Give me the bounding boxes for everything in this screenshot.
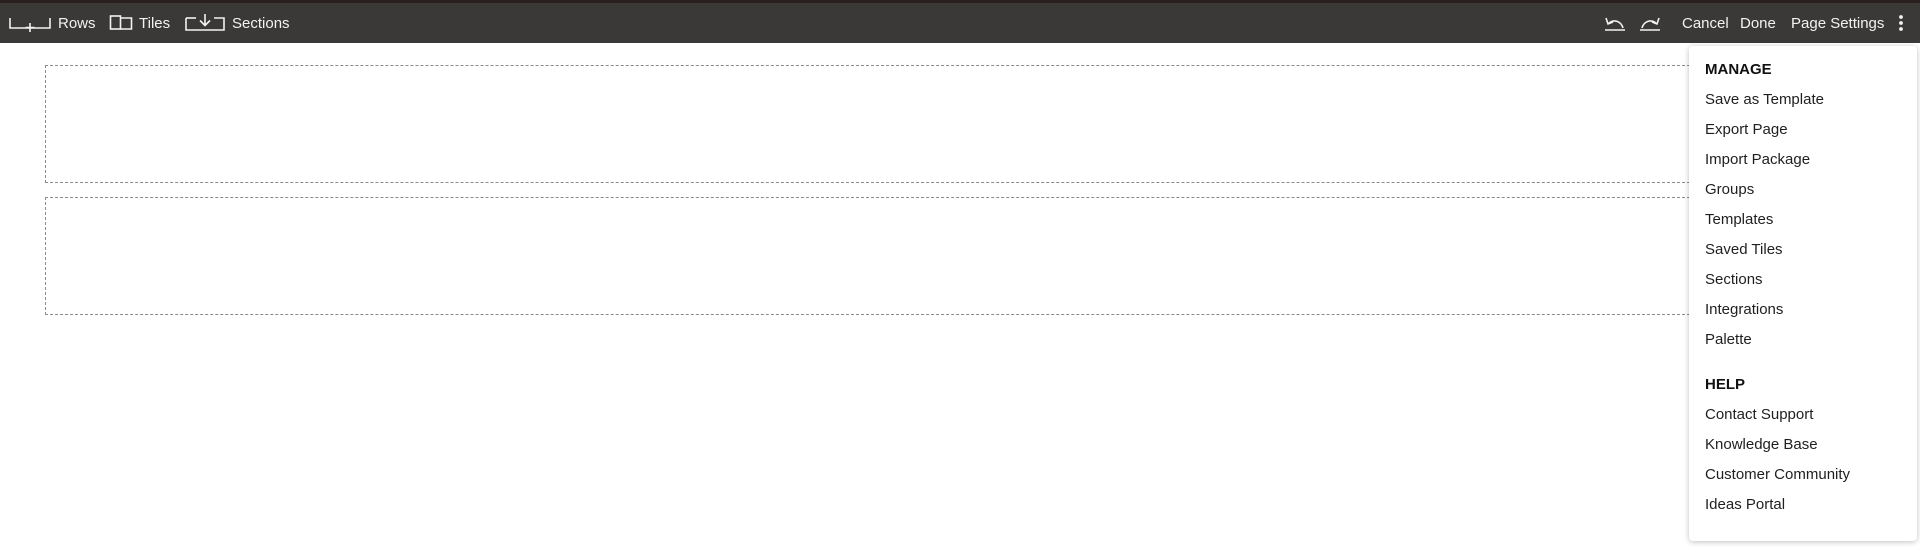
done-button[interactable]: Done (1740, 3, 1776, 43)
menu-item-knowledge-base[interactable]: Knowledge Base (1705, 436, 1818, 453)
tiles-label: Tiles (139, 14, 171, 32)
menu-item-import-package[interactable]: Import Package (1705, 151, 1810, 168)
menu-item-palette[interactable]: Palette (1705, 331, 1752, 348)
editor-toolbar: Rows Tiles Sections Cancel Done Page Set… (0, 0, 1920, 43)
menu-item-customer-community[interactable]: Customer Community (1705, 466, 1850, 483)
menu-item-saved-tiles[interactable]: Saved Tiles (1705, 241, 1783, 258)
more-options-button[interactable] (1897, 3, 1905, 43)
manage-heading: MANAGE (1705, 61, 1772, 78)
rows-label: Rows (58, 14, 96, 32)
add-rows-button[interactable]: Rows (8, 3, 96, 43)
redo-button[interactable] (1637, 3, 1663, 43)
tiles-icon (109, 14, 133, 32)
menu-item-integrations[interactable]: Integrations (1705, 301, 1783, 318)
undo-icon (1602, 13, 1628, 33)
menu-item-export-page[interactable]: Export Page (1705, 121, 1788, 138)
row-dropzone-1[interactable] (45, 65, 1695, 183)
tiles-button[interactable]: Tiles (109, 3, 170, 43)
menu-item-save-as-template[interactable]: Save as Template (1705, 91, 1824, 108)
sections-label: Sections (232, 14, 290, 32)
menu-item-templates[interactable]: Templates (1705, 211, 1773, 228)
row-dropzone-2[interactable] (45, 197, 1695, 315)
more-vertical-icon (1897, 14, 1905, 32)
sections-button[interactable]: Sections (184, 3, 290, 43)
redo-icon (1637, 13, 1663, 33)
help-heading: HELP (1705, 376, 1746, 393)
add-row-icon (8, 13, 52, 33)
page-settings-button[interactable]: Page Settings (1791, 3, 1884, 43)
menu-item-contact-support[interactable]: Contact Support (1705, 406, 1813, 423)
cancel-button[interactable]: Cancel (1682, 3, 1729, 43)
menu-item-groups[interactable]: Groups (1705, 181, 1754, 198)
menu-item-ideas-portal[interactable]: Ideas Portal (1705, 496, 1785, 513)
more-options-menu: MANAGE Save as Template Export Page Impo… (1689, 46, 1917, 541)
undo-button[interactable] (1602, 3, 1628, 43)
menu-item-sections[interactable]: Sections (1705, 271, 1763, 288)
import-section-icon (184, 13, 226, 33)
